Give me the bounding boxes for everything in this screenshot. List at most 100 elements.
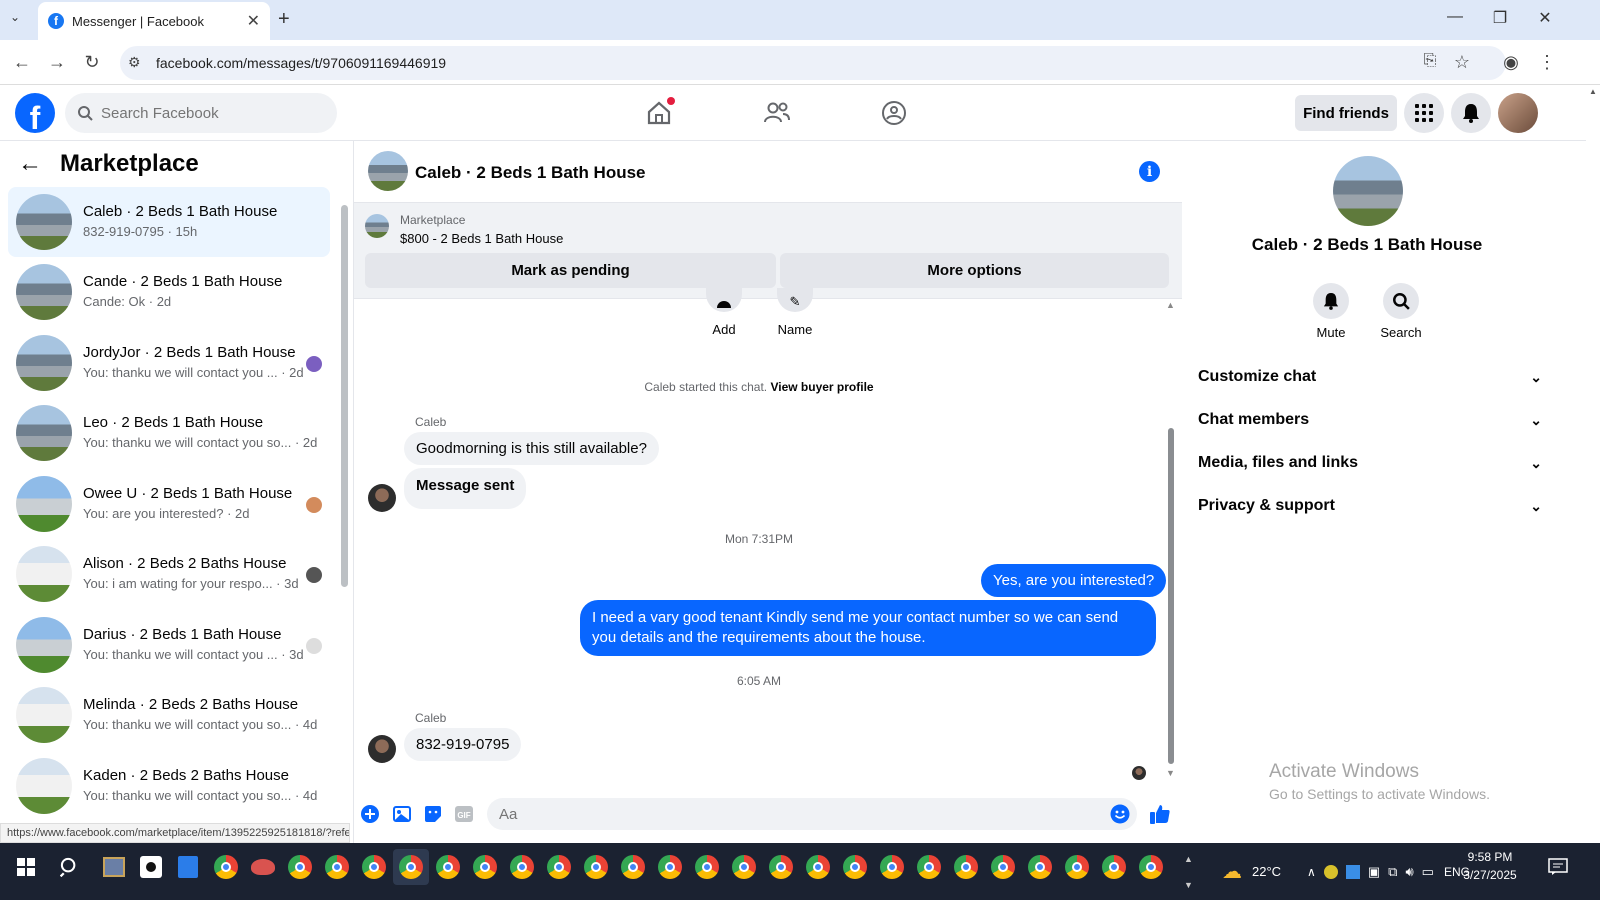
account-avatar[interactable]	[1498, 93, 1538, 133]
notifications-bell-icon[interactable]	[1451, 93, 1491, 133]
mark-as-pending-button[interactable]: Mark as pending	[365, 253, 776, 288]
apps-menu-icon[interactable]	[1404, 93, 1444, 133]
view-buyer-profile-link[interactable]: View buyer profile	[770, 380, 873, 394]
name-chat-action[interactable]: ✎ Name	[775, 288, 815, 337]
tray-meet-icon[interactable]: ⧉	[1388, 864, 1397, 880]
find-friends-button[interactable]: Find friends	[1295, 95, 1397, 131]
conversation-item[interactable]: Alison · 2 Beds 2 Baths House You: i am w…	[8, 539, 330, 609]
tab-list-icon[interactable]: ⌄	[10, 10, 20, 24]
taskbar-chrome-icon[interactable]	[208, 849, 244, 885]
conversation-item[interactable]: Owee U · 2 Beds 1 Bath House You: are you…	[8, 469, 330, 539]
menu-dots-icon[interactable]: ⋮	[1535, 52, 1559, 73]
taskbar-chrome-icon[interactable]	[726, 849, 762, 885]
taskbar-chrome-icon[interactable]	[874, 849, 910, 885]
groups-nav-icon[interactable]	[877, 96, 911, 130]
back-arrow-icon[interactable]: ←	[18, 150, 42, 178]
conversation-item[interactable]: JordyJor · 2 Beds 1 Bath House You: thank…	[8, 328, 330, 398]
close-window-icon[interactable]: ✕	[1530, 8, 1560, 28]
sidebar-scrollbar[interactable]	[341, 205, 348, 587]
taskbar-chrome-icon[interactable]	[1059, 849, 1095, 885]
scroll-up-arrow-icon[interactable]: ▲	[1166, 300, 1175, 310]
address-bar[interactable]: ⚙ facebook.com/messages/t/97060911694469…	[120, 46, 1506, 80]
chat-members-section[interactable]: Chat members ⌄	[1190, 400, 1550, 440]
taskbar-app-icon[interactable]	[170, 849, 206, 885]
friends-nav-icon[interactable]	[760, 96, 794, 130]
taskbar-chrome-icon[interactable]	[652, 849, 688, 885]
page-scrollbar[interactable]: ▲	[1586, 85, 1600, 843]
page-scroll-up-icon[interactable]: ▲	[1586, 87, 1600, 96]
info-icon[interactable]: i	[1139, 161, 1160, 182]
message-input[interactable]	[487, 798, 1137, 830]
privacy-support-section[interactable]: Privacy & support ⌄	[1190, 486, 1550, 526]
sticker-icon[interactable]	[423, 804, 443, 824]
customize-chat-section[interactable]: Customize chat ⌄	[1190, 357, 1550, 397]
close-tab-icon[interactable]: ✕	[247, 11, 260, 31]
bookmark-star-icon[interactable]: ☆	[1450, 52, 1474, 73]
profile-icon[interactable]: ◉	[1499, 52, 1523, 73]
taskbar-chrome-icon[interactable]	[430, 849, 466, 885]
taskbar-chrome-icon[interactable]	[578, 849, 614, 885]
taskbar-chrome-icon[interactable]	[911, 849, 947, 885]
taskbar-chrome-icon[interactable]	[985, 849, 1021, 885]
more-actions-plus-icon[interactable]	[360, 804, 380, 824]
volume-icon[interactable]: 🔊︎	[1405, 864, 1413, 880]
scroll-down-arrow-icon[interactable]: ▼	[1166, 768, 1175, 778]
add-people-action[interactable]: Add	[704, 288, 744, 337]
media-files-links-section[interactable]: Media, files and links ⌄	[1190, 443, 1550, 483]
conversation-item[interactable]: Darius · 2 Beds 1 Bath House You: thanku …	[8, 610, 330, 680]
taskbar-chrome-icon[interactable]	[541, 849, 577, 885]
taskbar-chrome-icon[interactable]	[1133, 849, 1169, 885]
taskbar-chrome-icon[interactable]	[1096, 849, 1132, 885]
listing-price-title[interactable]: $800 - 2 Beds 1 Bath House	[400, 231, 563, 246]
back-icon[interactable]: ←	[10, 52, 34, 73]
taskbar-app-icon[interactable]	[133, 849, 169, 885]
show-hidden-icons-icon[interactable]: ∧	[1307, 865, 1316, 879]
taskbar-chrome-icon[interactable]	[689, 849, 725, 885]
search-box[interactable]	[65, 93, 337, 133]
sender-avatar[interactable]	[368, 735, 396, 763]
taskbar-chrome-icon[interactable]	[800, 849, 836, 885]
site-info-icon[interactable]: ⚙	[128, 54, 141, 71]
taskbar-chrome-icon[interactable]	[763, 849, 799, 885]
install-app-icon[interactable]: ⎘	[1418, 52, 1442, 70]
gif-icon[interactable]: GIF	[454, 804, 474, 824]
search-input[interactable]	[101, 104, 311, 122]
weather-temp[interactable]: 22°C	[1252, 864, 1281, 879]
incoming-message[interactable]: Message sent	[404, 468, 527, 509]
sender-avatar[interactable]	[368, 484, 396, 512]
restore-icon[interactable]: ❐	[1485, 8, 1515, 28]
conversation-item[interactable]: Cande · 2 Beds 1 Bath House Cande: Ok · 2…	[8, 257, 330, 327]
network-icon[interactable]: ▭	[1422, 864, 1434, 880]
conversation-item[interactable]: Leo · 2 Beds 1 Bath House You: thanku we …	[8, 398, 330, 468]
attach-photo-icon[interactable]	[392, 804, 412, 824]
taskbar-chrome-icon[interactable]	[467, 849, 503, 885]
taskbar-app-icon[interactable]	[96, 849, 132, 885]
home-nav-icon[interactable]	[642, 96, 676, 130]
taskbar-overflow-arrows-icon[interactable]: ▲ ▼	[1184, 846, 1193, 898]
outgoing-message[interactable]: Yes, are you interested?	[981, 564, 1167, 597]
notification-center-icon[interactable]	[1540, 849, 1576, 885]
new-tab-icon[interactable]: +	[278, 8, 290, 31]
minimize-icon[interactable]: —	[1440, 8, 1470, 26]
forward-icon[interactable]: →	[45, 52, 69, 73]
conversation-item[interactable]: Caleb · 2 Beds 1 Bath House 832-919-0795 …	[8, 187, 330, 257]
taskbar-chrome-icon[interactable]	[1022, 849, 1058, 885]
taskbar-chrome-icon[interactable]	[319, 849, 355, 885]
chat-scrollbar[interactable]	[1168, 428, 1174, 764]
facebook-logo-icon[interactable]: f	[15, 93, 55, 133]
search-in-chat-action[interactable]: Search	[1371, 283, 1431, 340]
outgoing-message[interactable]: I need a vary good tenant Kindly send me…	[580, 600, 1156, 656]
like-thumbs-up-icon[interactable]	[1148, 804, 1172, 824]
incoming-message[interactable]: Goodmorning is this still available?	[404, 432, 659, 465]
incoming-message[interactable]: 832-919-0795	[404, 728, 522, 761]
tray-device-icon[interactable]: ▣	[1368, 864, 1380, 880]
conversation-item[interactable]: Kaden · 2 Beds 2 Baths House You: thanku …	[8, 751, 330, 821]
taskbar-chrome-icon[interactable]	[356, 849, 392, 885]
taskbar-chrome-icon[interactable]	[948, 849, 984, 885]
taskbar-chrome-icon-active[interactable]	[393, 849, 429, 885]
tray-app-icon[interactable]	[1323, 864, 1338, 879]
taskbar-clock[interactable]: 9:58 PM 3/27/2025	[1450, 848, 1530, 884]
conversation-item[interactable]: Melinda · 2 Beds 2 Baths House You: thank…	[8, 680, 330, 750]
weather-icon[interactable]: ☁	[1222, 859, 1242, 884]
chat-title[interactable]: Caleb · 2 Beds 1 Bath House	[415, 163, 646, 183]
